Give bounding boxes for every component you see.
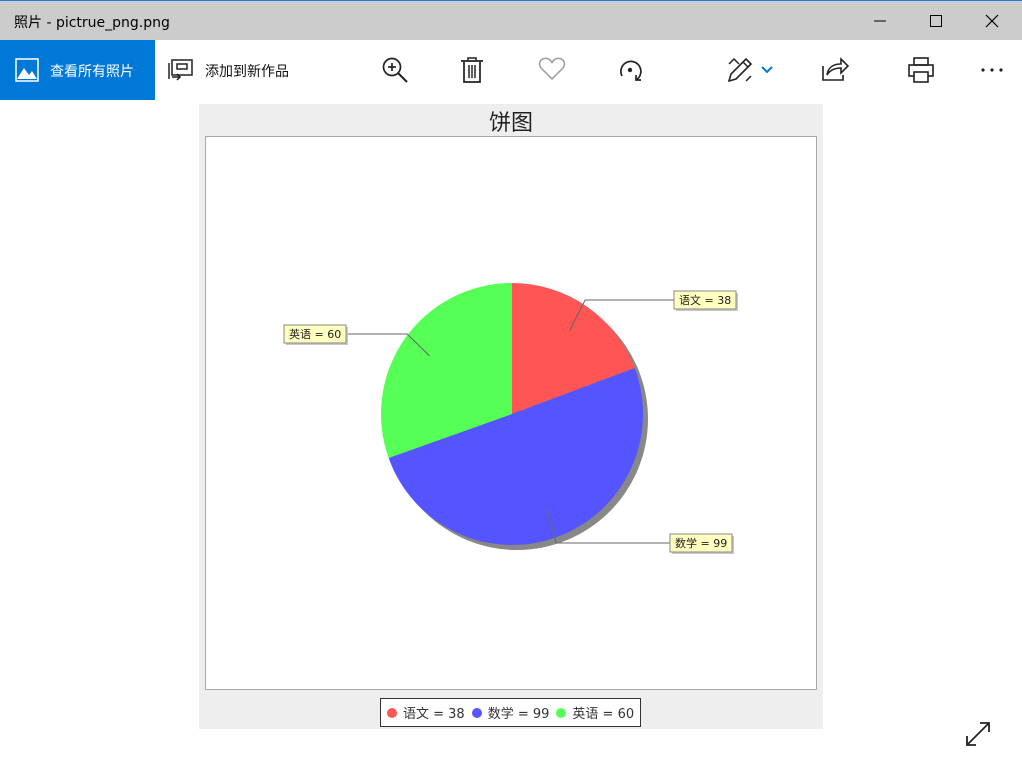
print-icon xyxy=(908,57,934,83)
legend-item: 数学 = 99 xyxy=(471,703,550,722)
pie-slice-label: 语文 = 38 xyxy=(679,293,731,307)
pie-slice-label: 英语 = 60 xyxy=(289,327,341,341)
more-options-button[interactable] xyxy=(968,40,1016,100)
pie-slice-label: 数学 = 99 xyxy=(675,536,727,550)
legend-item: 英语 = 60 xyxy=(556,703,634,722)
title-bar: 照片 - pictrue_png.png xyxy=(0,0,1022,40)
legend-label: 数学 = 99 xyxy=(487,707,550,722)
trash-icon xyxy=(461,57,483,83)
add-creation-icon xyxy=(168,59,193,81)
view-all-photos-button[interactable]: 查看所有照片 xyxy=(0,40,155,100)
add-to-creation-label: 添加到新作品 xyxy=(205,64,289,80)
minimize-icon xyxy=(874,20,886,22)
expand-icon xyxy=(966,722,990,746)
view-all-photos-label: 查看所有照片 xyxy=(50,64,134,80)
close-icon xyxy=(985,14,999,28)
pie-chart: 语文 = 38 数学 = 99 英语 = 60 xyxy=(283,283,738,554)
share-icon xyxy=(822,57,849,81)
minimize-button[interactable] xyxy=(852,1,908,40)
legend-swatch xyxy=(556,707,567,718)
heart-icon xyxy=(538,57,566,81)
add-to-creation-button[interactable]: 添加到新作品 xyxy=(168,40,308,100)
zoom-in-icon xyxy=(382,57,408,83)
chevron-down-icon xyxy=(761,66,773,74)
chart-plot-area: 语文 = 38 数学 = 99 英语 = 60 xyxy=(205,136,817,690)
maximize-icon xyxy=(930,15,942,27)
toolbar: 查看所有照片 添加到新作品 xyxy=(0,40,1022,100)
legend-swatch xyxy=(471,707,482,718)
delete-button[interactable] xyxy=(448,40,496,100)
legend-swatch xyxy=(387,707,397,718)
close-button[interactable] xyxy=(964,1,1020,40)
rotate-icon xyxy=(620,60,642,81)
legend-item: 语文 = 38 xyxy=(387,703,465,722)
print-button[interactable] xyxy=(896,40,944,100)
favorite-button[interactable] xyxy=(527,40,575,100)
legend-label: 英语 = 60 xyxy=(572,707,635,722)
chart-legend: 语文 = 38 数学 = 99 英语 = 60 xyxy=(380,698,642,727)
photo-display: 饼图 语文 = 38 数学 = 99 英语 = 60 语文 = 38 数学 = 99 英… xyxy=(199,104,823,729)
maximize-button[interactable] xyxy=(908,1,964,40)
window-title: 照片 - pictrue_png.png xyxy=(14,15,170,31)
rotate-button[interactable] xyxy=(605,40,653,100)
edit-pencil-icon xyxy=(727,57,753,83)
chart-title: 饼图 xyxy=(488,111,533,136)
more-icon xyxy=(981,68,1003,72)
fullscreen-button[interactable] xyxy=(962,718,994,750)
legend-label: 语文 = 38 xyxy=(403,707,465,722)
photos-icon xyxy=(15,58,39,82)
share-button[interactable] xyxy=(810,40,858,100)
edit-create-button[interactable] xyxy=(715,40,781,100)
zoom-button[interactable] xyxy=(370,40,418,100)
